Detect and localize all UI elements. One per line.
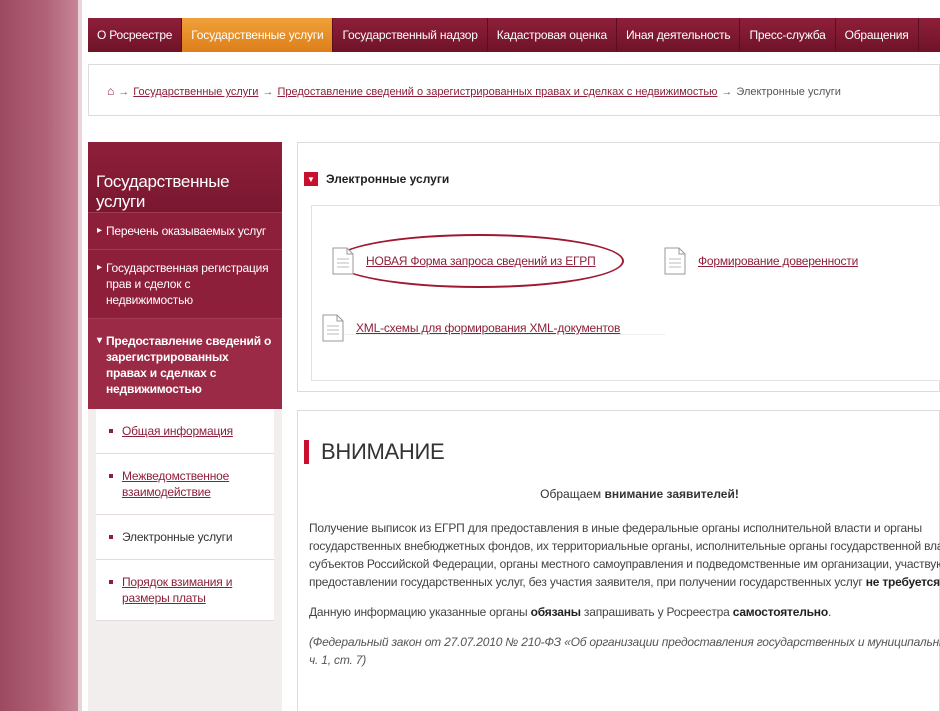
service-link-label[interactable]: НОВАЯ Форма запроса сведений из ЕГРП xyxy=(366,254,596,268)
sidebar-subitem-interagency[interactable]: Межведомственное взаимодействие xyxy=(96,454,274,515)
document-icon xyxy=(332,247,354,275)
electronic-services-title: Электронные услуги xyxy=(326,172,450,186)
bullet-icon xyxy=(109,429,113,433)
sidebar-item-label: Государственная регистрация прав и сдело… xyxy=(106,261,269,307)
sidebar-title: Государственные услуги xyxy=(88,142,282,212)
home-icon[interactable]: ⌂ xyxy=(107,84,114,98)
paragraph-line: государственных внебюджетных фондов, их … xyxy=(309,539,940,553)
sidebar-item-information[interactable]: ▾ Предоставление сведений о зарегистриро… xyxy=(88,318,282,409)
paragraph-text: Данную информацию указанные органы xyxy=(309,605,531,619)
top-navigation: О Росреестре Государственные услуги Госу… xyxy=(88,18,940,52)
sidebar-item-registration[interactable]: ▸ Государственная регистрация прав и сде… xyxy=(88,249,282,318)
service-link-label[interactable]: XML-схемы для формирования XML-документо… xyxy=(356,321,620,335)
sidebar-item-services-list[interactable]: ▸ Перечень оказываемых услуг xyxy=(88,212,282,249)
sidebar-subitem-general[interactable]: Общая информация xyxy=(96,409,274,454)
document-icon xyxy=(322,314,344,342)
sidebar-item-label: Предоставление сведений о зарегистрирова… xyxy=(106,334,272,396)
sidebar-submenu: Общая информация Межведомственное взаимо… xyxy=(88,409,282,621)
attention-section: ВНИМАНИЕ Обращаем внимание заявителей! П… xyxy=(297,410,940,711)
sidebar-subitem-fees[interactable]: Порядок взимания и размеры платы xyxy=(96,560,274,621)
paragraph-bold: самостоятельно xyxy=(732,605,828,619)
bullet-icon xyxy=(109,580,113,584)
nav-item-cadastral[interactable]: Кадастровая оценка xyxy=(488,18,617,52)
sidebar-subitem-current: Электронные услуги xyxy=(122,530,233,544)
paragraph-bold: не требуется xyxy=(865,575,940,589)
attention-paragraph-1: Получение выписок из ЕГРП для предоставл… xyxy=(309,519,940,591)
attention-paragraph-2: Данную информацию указанные органы обяза… xyxy=(309,605,832,619)
service-link-label[interactable]: Формирование доверенности xyxy=(698,254,858,268)
service-link-power-of-attorney[interactable]: Формирование доверенности xyxy=(664,247,858,275)
service-link-egrp-form[interactable]: НОВАЯ Форма запроса сведений из ЕГРП xyxy=(332,247,596,275)
attention-paragraph-3: (Федеральный закон от 27.07.2010 № 210-Ф… xyxy=(309,633,940,669)
service-link-xml-schemas[interactable]: XML-схемы для формирования XML-документо… xyxy=(322,314,620,342)
breadcrumb-arrow-icon: → xyxy=(118,86,130,98)
electronic-services-header[interactable]: ▼ Электронные услуги xyxy=(304,172,449,186)
paragraph-line: Получение выписок из ЕГРП для предоставл… xyxy=(309,521,922,535)
chevron-down-icon: ▾ xyxy=(97,335,102,346)
document-icon xyxy=(664,247,686,275)
left-decorative-band xyxy=(0,0,82,711)
breadcrumb-link-info[interactable]: Предоставление сведений о зарегистрирова… xyxy=(277,86,717,98)
nav-item-other[interactable]: Иная деятельность xyxy=(617,18,741,52)
sidebar: Государственные услуги ▸ Перечень оказыв… xyxy=(88,142,282,711)
paragraph-line: субъектов Российской Федерации, органы м… xyxy=(309,557,940,571)
breadcrumb: ⌂ → Государственные услуги → Предоставление … xyxy=(88,64,940,116)
nav-item-appeals[interactable]: Обращения xyxy=(836,18,919,52)
attention-subtitle: Обращаем внимание заявителей! xyxy=(298,487,940,501)
electronic-services-panel: ▼ Электронные услуги НОВАЯ Форма запроса… xyxy=(297,142,940,392)
sidebar-item-label: Перечень оказываемых услуг xyxy=(106,224,267,238)
paragraph-line: предоставлении государственных услуг, бе… xyxy=(309,573,940,591)
attention-heading: ВНИМАНИЕ xyxy=(304,439,445,465)
collapse-toggle-icon[interactable]: ▼ xyxy=(304,172,318,186)
sidebar-subitem-link[interactable]: Порядок взимания и размеры платы xyxy=(122,575,232,605)
nav-item-services[interactable]: Государственные услуги xyxy=(182,18,334,52)
attention-title: ВНИМАНИЕ xyxy=(321,439,445,464)
breadcrumb-link-services[interactable]: Государственные услуги xyxy=(133,86,258,98)
nav-item-supervision[interactable]: Государственный надзор xyxy=(333,18,488,52)
breadcrumb-current: Электронные услуги xyxy=(736,86,841,98)
paragraph-line: (Федеральный закон от 27.07.2010 № 210-Ф… xyxy=(309,635,940,649)
bullet-icon xyxy=(109,535,113,539)
subtitle-bold: внимание заявителей! xyxy=(604,487,739,501)
paragraph-bold: обязаны xyxy=(530,605,581,619)
sidebar-subitem-e-services[interactable]: Электронные услуги xyxy=(96,515,274,560)
heading-accent-bar xyxy=(304,440,309,464)
services-list: НОВАЯ Форма запроса сведений из ЕГРП Фор… xyxy=(311,205,940,381)
nav-item-press[interactable]: Пресс-служба xyxy=(740,18,836,52)
subtitle-text: Обращаем xyxy=(540,487,605,501)
attention-body: Получение выписок из ЕГРП для предоставл… xyxy=(309,519,940,681)
paragraph-line: ч. 1, ст. 7) xyxy=(309,653,367,667)
nav-item-about[interactable]: О Росреестре xyxy=(88,18,183,52)
breadcrumb-arrow-icon: → xyxy=(721,86,733,98)
paragraph-text: запрашивать у Росреестра xyxy=(580,605,733,619)
paragraph-text: предоставлении государственных услуг, бе… xyxy=(309,575,866,589)
sidebar-subitem-link[interactable]: Межведомственное взаимодействие xyxy=(122,469,229,499)
sidebar-subitem-link[interactable]: Общая информация xyxy=(122,424,233,438)
chevron-right-icon: ▸ xyxy=(97,262,102,273)
breadcrumb-arrow-icon: → xyxy=(262,86,274,98)
bullet-icon xyxy=(109,474,113,478)
chevron-right-icon: ▸ xyxy=(97,225,102,236)
